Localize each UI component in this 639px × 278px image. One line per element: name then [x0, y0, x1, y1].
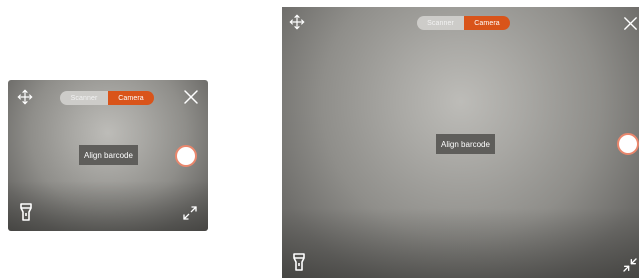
- scanner-viewport-large: Scanner Camera Align barcode: [282, 7, 639, 278]
- close-icon[interactable]: [181, 87, 201, 107]
- mode-option-scanner[interactable]: Scanner: [60, 91, 108, 105]
- flashlight-icon[interactable]: [290, 252, 308, 272]
- mode-toggle[interactable]: Scanner Camera: [60, 91, 154, 105]
- expand-icon[interactable]: [181, 204, 199, 222]
- align-barcode-hint: Align barcode: [79, 145, 138, 165]
- scanner-demo-stage: Scanner Camera Align barcode Scanner Cam…: [0, 0, 639, 278]
- mode-toggle[interactable]: Scanner Camera: [417, 16, 510, 30]
- shutter-button[interactable]: [617, 133, 639, 155]
- align-barcode-hint: Align barcode: [436, 134, 495, 154]
- move-arrows-icon[interactable]: [288, 13, 306, 31]
- scanner-viewport-small: Scanner Camera Align barcode: [8, 80, 208, 231]
- flashlight-icon[interactable]: [17, 202, 35, 222]
- close-icon[interactable]: [622, 13, 639, 33]
- mode-option-camera[interactable]: Camera: [464, 16, 510, 30]
- shutter-button[interactable]: [175, 145, 197, 167]
- mode-option-camera[interactable]: Camera: [108, 91, 154, 105]
- mode-option-scanner[interactable]: Scanner: [417, 16, 464, 30]
- collapse-icon[interactable]: [621, 256, 639, 274]
- move-arrows-icon[interactable]: [16, 88, 34, 106]
